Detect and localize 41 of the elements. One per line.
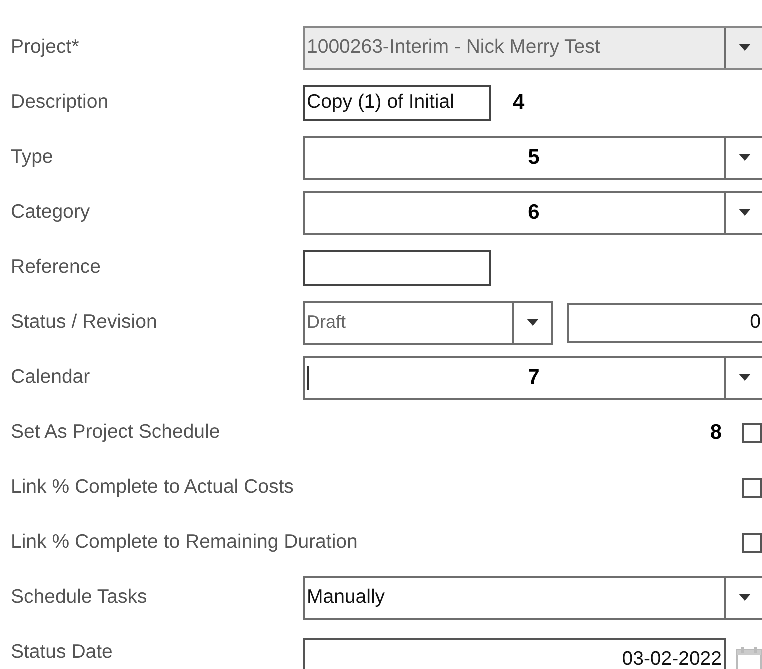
field-value: 03-02-2022: [621, 648, 723, 669]
field-value: Copy (1) of Initial: [306, 91, 456, 114]
field-label: Reference: [10, 256, 102, 279]
field-label: Schedule Tasks: [10, 586, 148, 609]
caret-icon: [738, 154, 750, 161]
dropdown-value: Draft: [306, 312, 348, 333]
input-field[interactable]: 0: [567, 302, 762, 342]
dropdown[interactable]: Draft: [303, 300, 553, 344]
caret-icon: [738, 209, 750, 216]
dropdown[interactable]: 5: [303, 136, 762, 180]
dropdown[interactable]: 6: [303, 190, 762, 234]
field-label: Project*: [10, 36, 80, 59]
input-field[interactable]: [303, 250, 491, 286]
dropdown-value: 1000263-Interim - Nick Merry Test: [306, 36, 602, 59]
checkbox[interactable]: [742, 422, 762, 442]
caret-icon: [738, 594, 750, 601]
date-field[interactable]: 03-02-2022: [303, 638, 726, 669]
dropdown[interactable]: Manually: [303, 576, 762, 620]
marker-number: 8: [710, 420, 722, 444]
field-label: Description: [10, 91, 110, 114]
field-label: Link % Complete to Remaining Duration: [10, 531, 358, 554]
marker-number: 5: [528, 146, 540, 170]
input-field[interactable]: Copy (1) of Initial: [303, 84, 491, 120]
checkbox[interactable]: [742, 478, 762, 498]
field-label: Set As Project Schedule: [10, 421, 222, 444]
field-label: Link % Complete to Actual Costs: [10, 476, 295, 499]
marker-number: 6: [528, 200, 540, 224]
caret-icon: [738, 374, 750, 381]
checkbox[interactable]: [742, 532, 762, 552]
field-label: Status Date: [10, 641, 114, 664]
field-label: Type: [10, 146, 54, 169]
marker-number: 7: [528, 366, 540, 390]
field-label: Category: [10, 201, 92, 224]
field-label: Status / Revision: [10, 311, 158, 334]
dropdown[interactable]: 7: [303, 356, 762, 400]
caret-icon: [738, 44, 750, 51]
caret-icon: [526, 319, 538, 326]
dropdown-value: Manually: [306, 586, 386, 609]
field-label: Calendar: [10, 366, 92, 389]
marker-number: 4: [513, 90, 525, 114]
field-value: 0: [749, 311, 762, 334]
